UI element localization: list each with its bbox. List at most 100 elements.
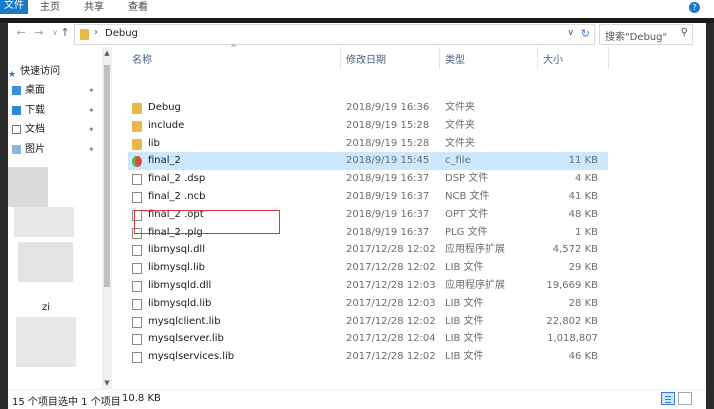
file-date: 2017/12/28 12:03 xyxy=(346,297,436,309)
table-row[interactable]: libmysqld.lib 2017/12/28 12:03 LIB 文件 28 KB xyxy=(128,295,608,313)
file-size: 46 KB xyxy=(568,351,598,363)
blurred-region xyxy=(14,207,74,237)
scroll-down-icon[interactable]: ▼ xyxy=(102,379,112,387)
file-name: lib xyxy=(148,137,160,149)
pin-icon[interactable]: ✦ xyxy=(88,106,95,115)
file-type: OPT 文件 xyxy=(445,208,489,220)
address-bar[interactable]: › Debug ∨ ↻ xyxy=(74,24,595,45)
file-size: 48 KB xyxy=(568,208,598,220)
table-row[interactable]: Debug 2018/9/19 16:36 文件夹 xyxy=(128,99,608,117)
file-icon xyxy=(132,245,142,257)
large-icons-view-button[interactable] xyxy=(678,392,692,405)
table-row[interactable]: mysqlserver.lib 2017/12/28 12:04 LIB 文件 1,0… xyxy=(128,330,608,348)
nav-item-documents[interactable]: 文档 xyxy=(12,122,45,138)
help-icon[interactable]: ? xyxy=(689,2,700,13)
forward-icon[interactable]: → xyxy=(32,26,46,40)
file-date: 2018/9/19 15:45 xyxy=(346,155,430,167)
scroll-up-icon[interactable]: ▲ xyxy=(102,49,112,57)
blurred-region xyxy=(18,242,73,282)
file-date: 2017/12/28 12:03 xyxy=(346,280,436,291)
item-count: 15 个项目 xyxy=(12,397,58,408)
file-icon xyxy=(132,174,142,186)
file-type: PLG 文件 xyxy=(445,226,488,238)
navigation-pane: ★ 快速访问 桌面 ✦ 下载 ✦ 文档 ✦ 图片 ✦ zi ▲ ▼ xyxy=(8,47,112,389)
folder-icon xyxy=(132,103,142,114)
file-type: LIB 文件 xyxy=(445,262,484,274)
details-view-button[interactable] xyxy=(661,392,675,405)
tab-share[interactable]: 共享 xyxy=(84,2,104,14)
file-tab[interactable]: 文件 xyxy=(0,0,28,14)
table-row[interactable]: final_2 .ncb 2018/9/19 16:37 NCB 文件 41 KB xyxy=(128,188,608,206)
file-icon xyxy=(132,281,142,292)
search-icon[interactable]: ⚲ xyxy=(681,27,688,38)
nav-partial-label: zi xyxy=(42,302,51,313)
breadcrumb-separator-icon[interactable]: › xyxy=(94,27,98,38)
table-row[interactable]: libmysql.lib 2017/12/28 12:02 LIB 文件 29 KB xyxy=(128,259,608,277)
file-name: mysqlserver.lib xyxy=(148,333,224,345)
tab-view[interactable]: 查看 xyxy=(128,2,148,14)
nav-label: 快速访问 xyxy=(20,66,61,77)
file-size: 29 KB xyxy=(568,262,598,274)
tab-home[interactable]: 主页 xyxy=(40,2,60,14)
nav-label: 文档 xyxy=(25,124,45,135)
table-row[interactable]: mysqlclient.lib 2017/12/28 12:02 LIB 文件 22,… xyxy=(128,313,608,331)
column-header-type[interactable]: 类型 xyxy=(445,53,465,69)
nav-item-pictures[interactable]: 图片 xyxy=(12,142,45,158)
refresh-icon[interactable]: ↻ xyxy=(581,27,590,40)
file-size: 4 KB xyxy=(575,173,598,185)
back-icon[interactable]: ← xyxy=(14,26,28,40)
file-name: libmysqld.dll xyxy=(148,280,212,291)
file-size: 1 KB xyxy=(575,226,598,238)
table-row[interactable]: include 2018/9/19 15:28 文件夹 xyxy=(128,117,608,135)
pin-icon[interactable]: ✦ xyxy=(88,86,95,95)
column-divider[interactable] xyxy=(608,47,609,69)
pin-icon[interactable]: ✦ xyxy=(88,125,95,134)
blurred-region xyxy=(8,167,48,207)
table-row[interactable]: mysqlservices.lib 2017/12/28 12:02 LIB 文件 4… xyxy=(128,348,608,366)
file-type: LIB 文件 xyxy=(445,297,484,309)
column-divider[interactable] xyxy=(340,47,341,69)
picture-icon xyxy=(12,144,21,154)
file-size: 1,018,807 xyxy=(547,333,598,345)
nav-item-desktop[interactable]: 桌面 xyxy=(12,83,45,99)
ribbon: 文件 主页 共享 查看 ? xyxy=(0,0,714,19)
table-row[interactable]: lib 2018/9/19 15:28 文件夹 xyxy=(128,135,608,153)
file-size: 41 KB xyxy=(568,191,598,202)
column-divider[interactable] xyxy=(439,47,440,69)
selection-size: 10.8 KB xyxy=(122,393,161,404)
file-type: c_file xyxy=(445,155,471,167)
column-divider[interactable] xyxy=(537,47,538,69)
table-row[interactable]: libmysql.dll 2017/12/28 12:02 应用程序扩展 4,572 … xyxy=(128,241,608,259)
chevron-down-icon[interactable]: ∨ xyxy=(567,28,574,38)
column-header-name[interactable]: 名称 xyxy=(132,53,152,69)
pin-icon[interactable]: ✦ xyxy=(88,145,95,154)
file-type: 文件夹 xyxy=(445,102,475,113)
file-date: 2018/9/19 16:37 xyxy=(346,208,430,220)
file-date: 2017/12/28 12:02 xyxy=(346,315,436,327)
column-header-size[interactable]: 大小 xyxy=(543,53,563,69)
file-type: 文件夹 xyxy=(445,119,475,131)
file-name: final_2 .dsp xyxy=(148,173,206,185)
up-icon[interactable]: ↑ xyxy=(58,26,72,40)
document-icon xyxy=(12,124,21,134)
address-row: ← → ∨ ↑ › Debug ∨ ↻ 搜索"Debug" ⚲ xyxy=(8,23,706,45)
scroll-thumb[interactable] xyxy=(104,65,110,287)
blurred-region xyxy=(16,317,76,367)
file-type: 应用程序扩展 xyxy=(445,244,505,256)
nav-item-downloads[interactable]: 下载 xyxy=(12,103,45,119)
file-date: 2018/9/19 16:36 xyxy=(346,102,430,113)
file-date: 2017/12/28 12:02 xyxy=(346,262,436,274)
file-size: 4,572 KB xyxy=(552,244,598,256)
search-input[interactable]: 搜索"Debug" ⚲ xyxy=(599,24,693,45)
table-row[interactable]: libmysqld.dll 2017/12/28 12:03 应用程序扩展 19,66… xyxy=(128,277,608,295)
breadcrumb-debug[interactable]: Debug xyxy=(105,28,138,39)
file-date: 2018/9/19 16:37 xyxy=(346,173,430,185)
nav-quick-access[interactable]: ★ 快速访问 xyxy=(8,64,60,80)
nav-scrollbar[interactable]: ▲ ▼ xyxy=(102,47,112,389)
table-row[interactable]: final_2 .dsp 2018/9/19 16:37 DSP 文件 4 KB xyxy=(128,170,608,188)
file-date: 2017/12/28 12:04 xyxy=(346,333,436,345)
table-row[interactable]: final_2 2018/9/19 15:45 c_file 11 KB xyxy=(128,152,608,171)
column-header-date[interactable]: 修改日期 xyxy=(346,53,386,69)
desktop-icon xyxy=(12,85,21,95)
file-type: LIB 文件 xyxy=(445,333,484,345)
